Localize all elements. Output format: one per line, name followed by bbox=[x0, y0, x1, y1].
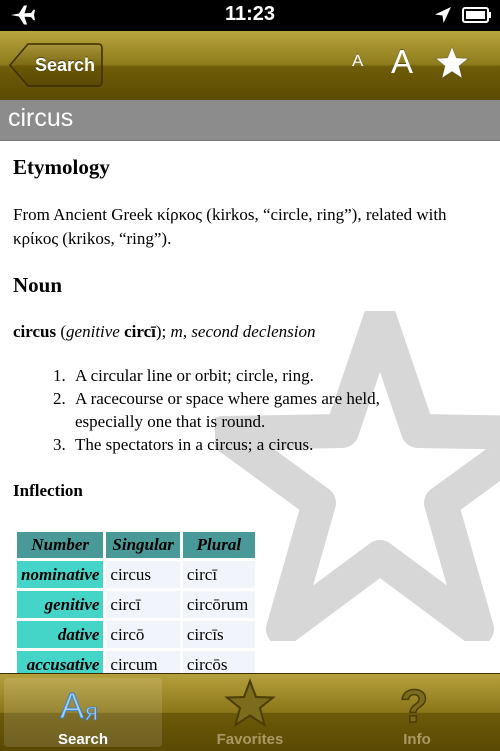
sense-list: 1. A circular line or orbit; circle, ring… bbox=[13, 364, 433, 456]
table-row: accusative circum circōs bbox=[17, 651, 255, 673]
alphabet-search-icon: A я bbox=[60, 685, 99, 727]
location-arrow-icon bbox=[435, 7, 451, 23]
tab-label: Search bbox=[57, 731, 109, 748]
singular-form: circum bbox=[106, 651, 180, 673]
noun-heading: Noun bbox=[13, 273, 63, 297]
genitive-label: genitive bbox=[66, 322, 120, 341]
tab-bar: A я Search Favorites ? Info bbox=[0, 673, 500, 751]
headword: circus bbox=[13, 322, 57, 341]
svg-text:A: A bbox=[60, 685, 84, 726]
singular-form: circus bbox=[106, 561, 180, 588]
word-title-bar: circus bbox=[0, 100, 500, 141]
grammar-open: ( bbox=[56, 322, 67, 341]
case-label: nominative bbox=[17, 561, 104, 588]
navigation-bar: Search A A bbox=[0, 31, 500, 101]
tab-label: Favorites bbox=[216, 731, 284, 748]
plural-form: circīs bbox=[182, 621, 255, 648]
column-header-singular: Singular bbox=[106, 532, 180, 558]
sense-text: A circular line or orbit; circle, ring. bbox=[75, 366, 314, 385]
table-header-row: Number Singular Plural bbox=[17, 532, 255, 558]
question-mark-icon: ? bbox=[399, 680, 429, 730]
grammar-mid: ); bbox=[155, 322, 171, 341]
case-label: accusative bbox=[17, 651, 104, 673]
column-header-number: Number bbox=[17, 532, 104, 558]
svg-text:я: я bbox=[85, 699, 98, 726]
plural-form: circōs bbox=[182, 651, 255, 673]
genitive-form: circī bbox=[124, 322, 156, 341]
decrease-font-button[interactable]: A bbox=[352, 51, 363, 71]
sense-number: 2. bbox=[53, 389, 66, 408]
tab-search[interactable]: A я Search bbox=[0, 674, 166, 751]
increase-font-button[interactable]: A bbox=[391, 43, 413, 81]
etymology-heading: Etymology bbox=[13, 155, 110, 179]
status-time: 11:23 bbox=[224, 3, 276, 25]
battery-icon bbox=[462, 7, 491, 23]
inflection-heading: Inflection bbox=[13, 481, 83, 500]
sense-text: A racecourse or space where games are he… bbox=[75, 389, 380, 431]
back-button-label: Search bbox=[34, 55, 96, 75]
sense-item: 1. A circular line or orbit; circle, ring… bbox=[13, 364, 433, 387]
case-label: genitive bbox=[17, 591, 104, 618]
sense-text: The spectators in a circus; a circus. bbox=[75, 435, 314, 454]
singular-form: circī bbox=[106, 591, 180, 618]
column-header-plural: Plural bbox=[182, 532, 255, 558]
headword-line: circus (genitive circī); m, second decle… bbox=[13, 320, 483, 344]
svg-text:?: ? bbox=[400, 680, 428, 730]
sense-number: 3. bbox=[53, 435, 66, 454]
tab-favorites[interactable]: Favorites bbox=[167, 674, 333, 751]
table-row: nominative circus circī bbox=[17, 561, 255, 588]
back-search-button[interactable]: Search bbox=[8, 42, 104, 88]
gender: m bbox=[170, 322, 183, 341]
table-row: dative circō circīs bbox=[17, 621, 255, 648]
star-outline-icon bbox=[224, 678, 276, 728]
entry-content[interactable]: Etymology From Ancient Greek κίρκος (kir… bbox=[0, 141, 500, 673]
table-row: genitive circī circōrum bbox=[17, 591, 255, 618]
sense-number: 1. bbox=[53, 366, 66, 385]
favorite-star-icon[interactable] bbox=[434, 45, 470, 81]
plural-form: circī bbox=[182, 561, 255, 588]
sense-item: 3. The spectators in a circus; a circus. bbox=[13, 433, 433, 456]
status-bar: 11:23 bbox=[0, 0, 500, 31]
inflection-table: Number Singular Plural nominative circus… bbox=[14, 529, 258, 673]
singular-form: circō bbox=[106, 621, 180, 648]
etymology-text: From Ancient Greek κίρκος (kirkos, “circ… bbox=[13, 205, 447, 248]
tab-info[interactable]: ? Info bbox=[334, 674, 500, 751]
case-label: dative bbox=[17, 621, 104, 648]
tab-label: Info bbox=[403, 731, 431, 748]
entry-word-title: circus bbox=[8, 104, 74, 132]
plural-form: circōrum bbox=[182, 591, 255, 618]
declension: second declension bbox=[191, 322, 316, 341]
sense-item: 2. A racecourse or space where games are … bbox=[13, 387, 433, 433]
